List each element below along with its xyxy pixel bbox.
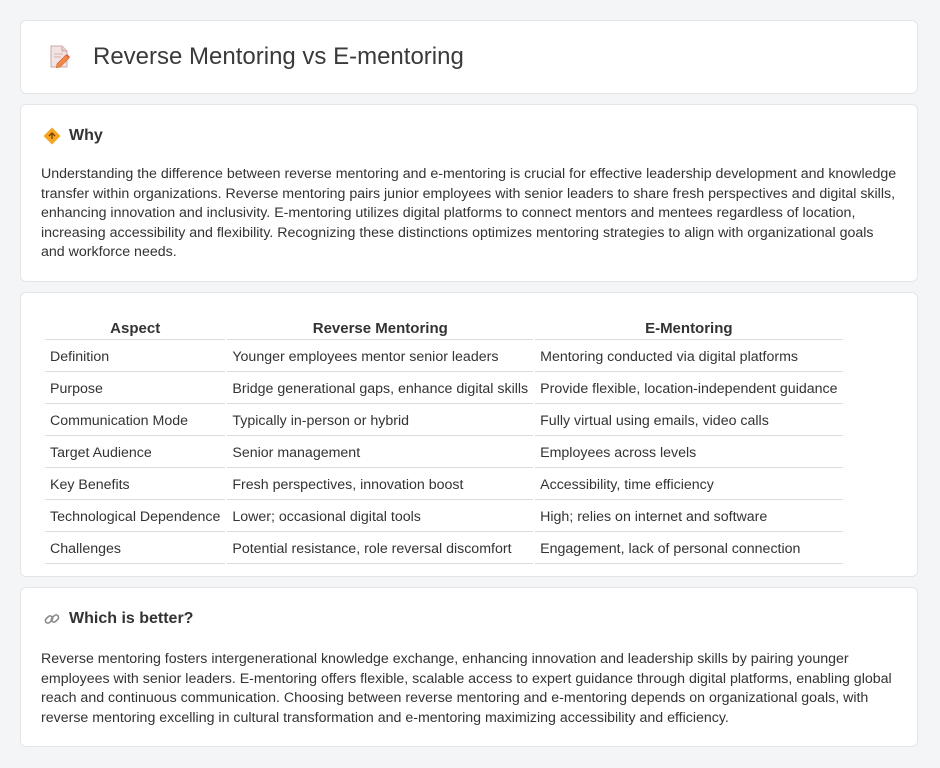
table-row: Purpose Bridge generational gaps, enhanc… bbox=[45, 374, 843, 404]
title-row: Reverse Mentoring vs E-mentoring bbox=[49, 43, 464, 71]
table-row: Challenges Potential resistance, role re… bbox=[45, 534, 843, 564]
header-e-mentoring: E-Mentoring bbox=[535, 317, 843, 340]
better-heading: Which is better? bbox=[43, 610, 193, 628]
cell-e: Accessibility, time efficiency bbox=[535, 470, 843, 500]
table-row: Target Audience Senior management Employ… bbox=[45, 438, 843, 468]
better-text: Reverse mentoring fosters intergeneratio… bbox=[41, 651, 892, 726]
cell-reverse: Younger employees mentor senior leaders bbox=[227, 342, 534, 372]
document-edit-icon bbox=[49, 44, 71, 70]
why-title: Why bbox=[69, 127, 103, 144]
better-title: Which is better? bbox=[69, 610, 194, 627]
cell-reverse: Lower; occasional digital tools bbox=[227, 502, 534, 532]
cell-reverse: Typically in-person or hybrid bbox=[227, 406, 534, 436]
cell-aspect: Communication Mode bbox=[45, 406, 226, 436]
table-row: Communication Mode Typically in-person o… bbox=[45, 406, 843, 436]
comparison-table-card: Aspect Reverse Mentoring E-Mentoring Def… bbox=[20, 292, 918, 577]
page-title: Reverse Mentoring vs E-mentoring bbox=[93, 43, 464, 70]
cell-reverse: Senior management bbox=[227, 438, 534, 468]
table-row: Definition Younger employees mentor seni… bbox=[45, 342, 843, 372]
cell-aspect: Target Audience bbox=[45, 438, 226, 468]
header-aspect: Aspect bbox=[45, 317, 226, 340]
cell-e: Provide flexible, location-independent g… bbox=[535, 374, 843, 404]
why-section: Why Understanding the difference between… bbox=[20, 104, 918, 282]
table-row: Technological Dependence Lower; occasion… bbox=[45, 502, 843, 532]
header-card: Reverse Mentoring vs E-mentoring bbox=[20, 20, 918, 94]
cell-aspect: Challenges bbox=[45, 534, 226, 564]
which-is-better-section: Which is better? Reverse mentoring foste… bbox=[20, 587, 918, 747]
diamond-signal-icon bbox=[43, 127, 61, 145]
cell-e: Employees across levels bbox=[535, 438, 843, 468]
cell-aspect: Technological Dependence bbox=[45, 502, 226, 532]
cell-reverse: Potential resistance, role reversal disc… bbox=[227, 534, 534, 564]
why-heading: Why bbox=[43, 127, 103, 145]
cell-e: High; relies on internet and software bbox=[535, 502, 843, 532]
cell-aspect: Key Benefits bbox=[45, 470, 226, 500]
cell-e: Engagement, lack of personal connection bbox=[535, 534, 843, 564]
cell-aspect: Definition bbox=[45, 342, 226, 372]
header-reverse-mentoring: Reverse Mentoring bbox=[227, 317, 534, 340]
comparison-table: Aspect Reverse Mentoring E-Mentoring Def… bbox=[43, 315, 845, 566]
why-text: Understanding the difference between rev… bbox=[41, 166, 897, 260]
cell-e: Mentoring conducted via digital platform… bbox=[535, 342, 843, 372]
cell-reverse: Fresh perspectives, innovation boost bbox=[227, 470, 534, 500]
cell-reverse: Bridge generational gaps, enhance digita… bbox=[227, 374, 534, 404]
table-header-row: Aspect Reverse Mentoring E-Mentoring bbox=[45, 317, 843, 340]
cell-aspect: Purpose bbox=[45, 374, 226, 404]
table-row: Key Benefits Fresh perspectives, innovat… bbox=[45, 470, 843, 500]
link-icon bbox=[43, 610, 61, 628]
cell-e: Fully virtual using emails, video calls bbox=[535, 406, 843, 436]
